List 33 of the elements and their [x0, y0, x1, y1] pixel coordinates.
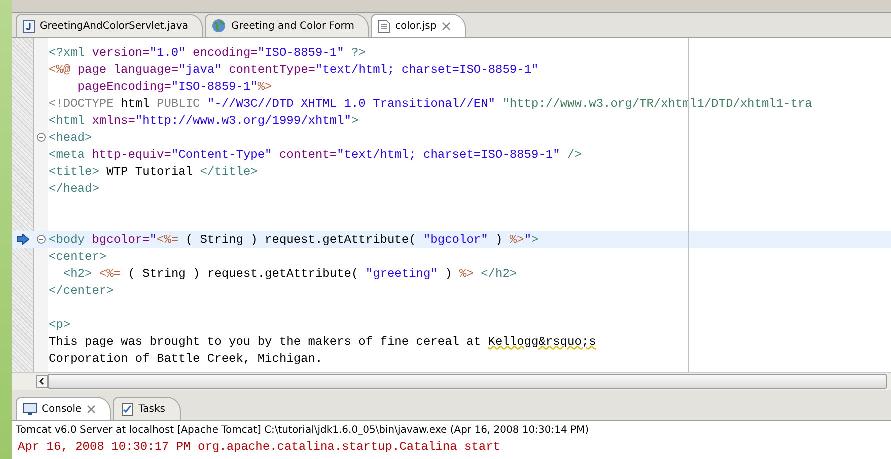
java-file-icon	[23, 20, 35, 32]
tab[interactable]: Console	[16, 397, 111, 420]
code-line: <head>	[48, 130, 92, 144]
code-line: <center>	[48, 250, 107, 264]
code-line: <meta http-equiv="Content-Type" content="text/html; charset=ISO-8859-1" />	[48, 148, 582, 162]
code-line: <!DOCTYPE html PUBLIC "-//W3C//DTD XHTML 1.0 Transitional//EN" "http://www.w3.org/TR/xhtml1/DTD/xhtml1-tra	[48, 96, 812, 110]
tab[interactable]: GreetingAndColorServlet.java	[16, 14, 204, 37]
code-line: Corporation of Battle Creek, Michigan.	[48, 352, 323, 366]
monitor-icon	[23, 402, 37, 416]
horizontal-scrollbar[interactable]	[12, 372, 891, 390]
close-icon[interactable]	[86, 404, 96, 414]
console-header: Tomcat v6.0 Server at localhost [Apache Tomcat] C:\tutorial\jdk1.6.0_05\bin\javaw.exe (Apr 16, 2008 10:30:14 PM)	[12, 421, 891, 440]
code-line: <?xml version="1.0" encoding="ISO-8859-1" ?>	[48, 46, 366, 60]
collapse-icon[interactable]	[36, 235, 46, 244]
code-line: <%@ page language="java" contentType="text/html; charset=ISO-8859-1"	[48, 62, 539, 76]
scrollbar-thumb[interactable]	[48, 374, 887, 389]
tab[interactable]: Tasks	[112, 397, 180, 420]
code-line: <h2> <%= ( String ) request.getAttribute( "greeting" ) %> </h2>	[62, 266, 518, 280]
code-line: </head>	[48, 182, 100, 196]
text-file-icon	[378, 20, 390, 32]
code-line: <title> WTP Tutorial </title>	[48, 164, 258, 178]
code-line: </center>	[48, 284, 114, 298]
code-line: pageEncoding="ISO-8859-1"%>	[76, 80, 272, 94]
code-line: <p>	[48, 318, 71, 332]
clipboard-check-icon	[120, 402, 134, 416]
close-icon[interactable]	[442, 22, 451, 30]
globe-icon	[212, 19, 226, 33]
tab[interactable]: Greeting and Color Form	[205, 14, 370, 37]
tab[interactable]: color.jsp	[371, 14, 466, 37]
code-line: <html xmlns="http://www.w3.org/1999/xhtml">	[48, 114, 359, 128]
code-line: <body bgcolor="<%= ( String ) request.getAttribute( "bgcolor" ) %>">	[48, 232, 539, 246]
code-line: This page was brought to you by the makers of fine cereal at Kellogg&rsquo;s	[48, 334, 596, 348]
console-output: Apr 16, 2008 10:30:17 PM org.apache.catalina.startup.Catalina start	[18, 440, 500, 454]
